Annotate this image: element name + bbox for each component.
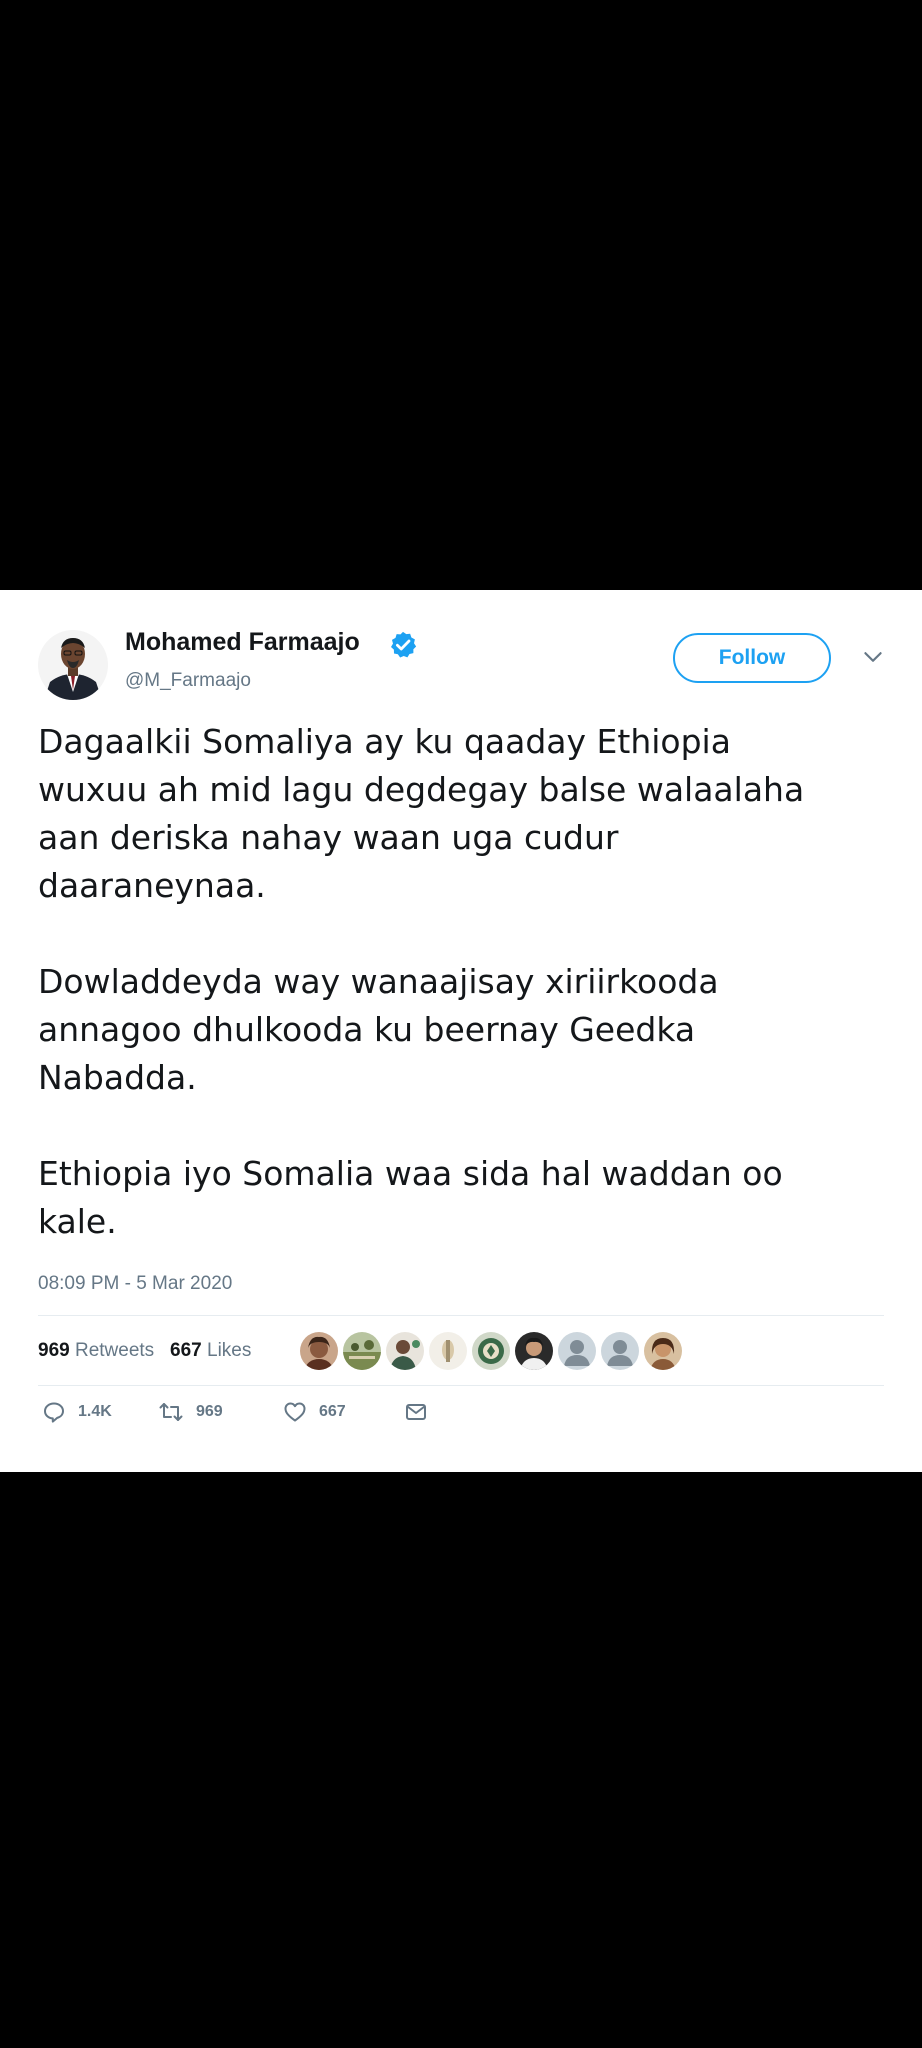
reply-count: 1.4K bbox=[78, 1403, 112, 1420]
liker-avatar[interactable] bbox=[343, 1332, 381, 1370]
retweet-button[interactable]: 969 bbox=[158, 1400, 223, 1424]
tweet-card: Mohamed Farmaajo @M_Farmaajo Follow Daga… bbox=[0, 590, 922, 1472]
retweet-count: 969 bbox=[196, 1403, 223, 1420]
likes-label: Likes bbox=[207, 1340, 252, 1361]
liker-avatar[interactable] bbox=[300, 1332, 338, 1370]
liker-avatar[interactable] bbox=[472, 1332, 510, 1370]
reply-icon bbox=[42, 1400, 66, 1424]
liker-avatar[interactable] bbox=[386, 1332, 424, 1370]
likes-stat[interactable]: 667 Likes bbox=[170, 1340, 251, 1361]
retweets-count: 969 bbox=[38, 1340, 70, 1361]
liker-avatar[interactable] bbox=[558, 1332, 596, 1370]
chevron-down-icon[interactable] bbox=[860, 644, 886, 670]
verified-badge-icon bbox=[388, 630, 418, 660]
tweet-timestamp[interactable]: 08:09 PM - 5 Mar 2020 bbox=[38, 1273, 232, 1295]
author-avatar[interactable] bbox=[38, 630, 108, 700]
author-display-name[interactable]: Mohamed Farmaajo bbox=[125, 628, 360, 657]
direct-message-icon bbox=[404, 1400, 428, 1424]
likes-count: 667 bbox=[170, 1340, 202, 1361]
liker-avatar[interactable] bbox=[601, 1332, 639, 1370]
tweet-text: Dagaalkii Somaliya ay ku qaaday Ethiopia… bbox=[38, 722, 805, 1241]
author-handle[interactable]: @M_Farmaajo bbox=[125, 670, 251, 692]
liker-avatar[interactable] bbox=[429, 1332, 467, 1370]
likers-avatars bbox=[300, 1332, 682, 1370]
direct-message-button[interactable] bbox=[404, 1400, 428, 1424]
divider bbox=[38, 1315, 884, 1316]
retweets-stat[interactable]: 969 Retweets bbox=[38, 1340, 154, 1361]
tweet-actions: 1.4K 969 667 bbox=[38, 1400, 458, 1440]
like-button[interactable]: 667 bbox=[283, 1400, 346, 1424]
retweet-icon bbox=[158, 1400, 184, 1424]
liker-avatar[interactable] bbox=[644, 1332, 682, 1370]
reply-button[interactable]: 1.4K bbox=[42, 1400, 112, 1424]
tweet-stats: 969 Retweets 667 Likes bbox=[38, 1340, 251, 1362]
like-icon bbox=[283, 1400, 307, 1424]
liker-avatar[interactable] bbox=[515, 1332, 553, 1370]
like-count: 667 bbox=[319, 1403, 346, 1420]
retweets-label: Retweets bbox=[74, 1340, 155, 1361]
divider bbox=[38, 1385, 884, 1386]
follow-button[interactable]: Follow bbox=[673, 633, 831, 683]
